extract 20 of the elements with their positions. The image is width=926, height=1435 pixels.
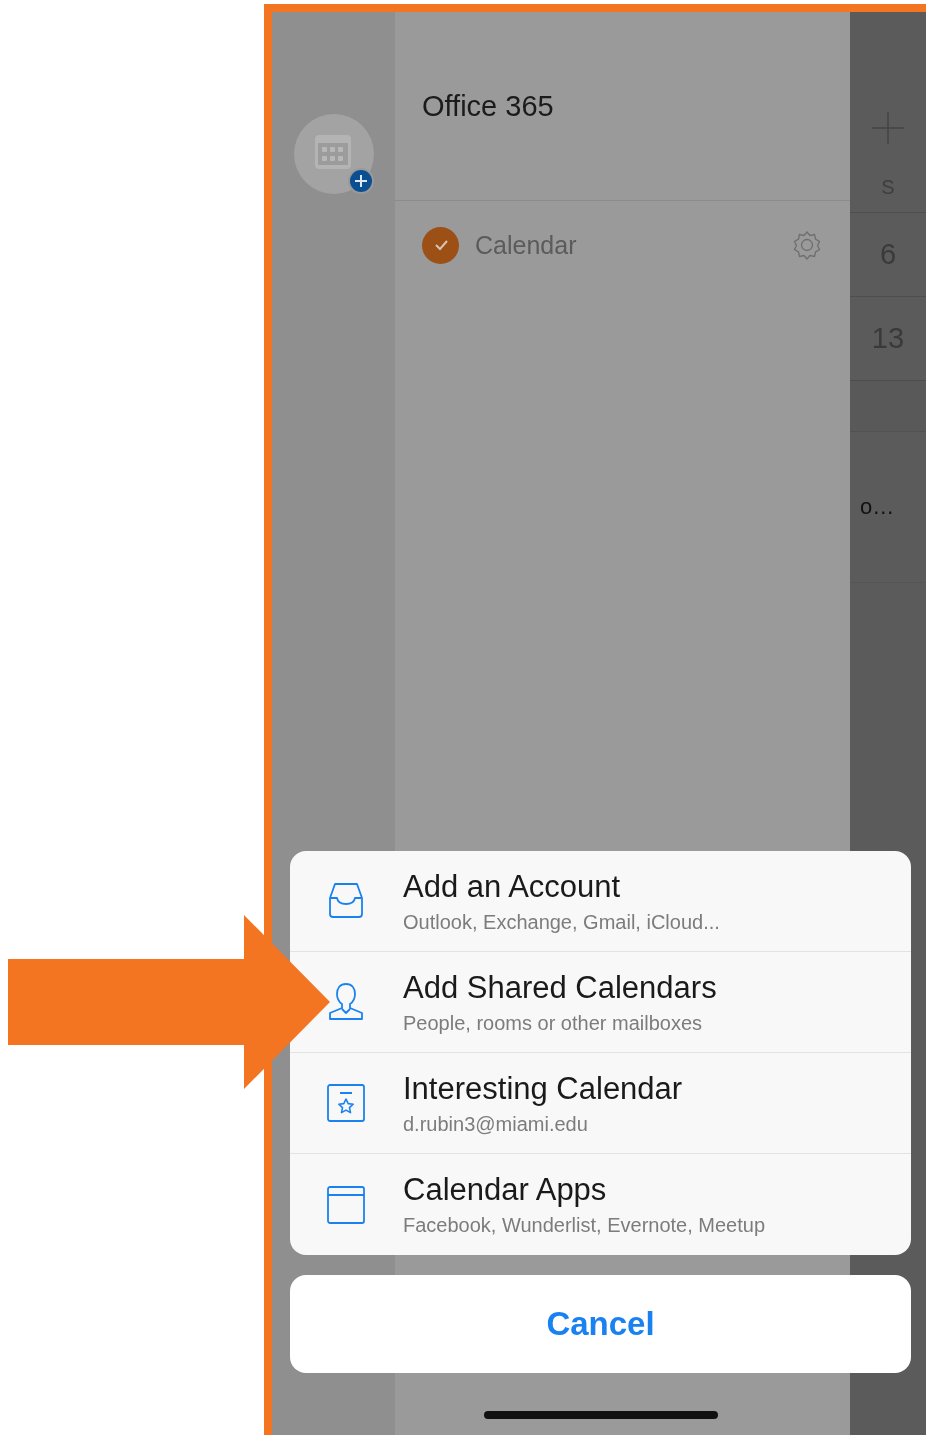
action-title: Calendar Apps (403, 1172, 608, 1208)
action-item[interactable]: Calendar Apps Facebook, Wunderlist, Evernote, Meetup (290, 1154, 911, 1255)
action-item[interactable]: Interesting Calendar d.rubin3@miami.edu (290, 1053, 911, 1154)
action-title: Add Shared Calendars (403, 969, 717, 1006)
calendar-check-icon[interactable] (422, 226, 459, 264)
action-title: Add an Account (403, 868, 622, 905)
cancel-button[interactable]: Cancel (290, 1275, 911, 1373)
star-calendar-icon (325, 1082, 367, 1124)
calendar-name[interactable]: Calendar (475, 230, 776, 260)
settings-icon[interactable] (792, 230, 822, 260)
action-title: Interesting Calendar (403, 1070, 683, 1107)
window-icon (325, 1183, 367, 1226)
account-title: Office 365 (422, 89, 554, 123)
action-subtitle: Outlook, Exchange, Gmail, iCloud... (403, 910, 720, 934)
action-subtitle: People, rooms or other mailboxes (403, 1011, 704, 1035)
add-calendar-icon[interactable] (292, 113, 375, 195)
action-subtitle: d.rubin3@miami.edu (403, 1112, 589, 1136)
event-text[interactable]: o… (860, 494, 895, 520)
action-subtitle: Facebook, Wunderlist, Evernote, Meetup (403, 1214, 766, 1237)
action-item[interactable]: Add an Account Outlook, Exchange, Gmail, iCloud... (290, 851, 911, 952)
